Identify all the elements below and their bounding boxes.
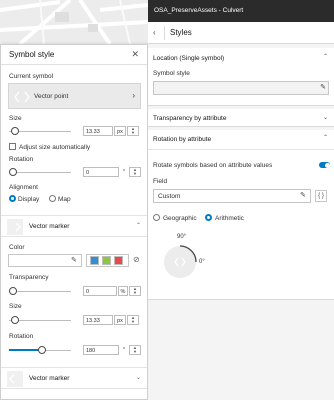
no-color-icon[interactable]: ⊘ xyxy=(133,255,140,264)
field-value: Custom xyxy=(158,193,181,200)
styles-title: Styles xyxy=(170,28,192,37)
marker-rotation-label: Rotation xyxy=(9,333,34,340)
color-swatch-green[interactable] xyxy=(102,256,111,265)
adjust-size-checkbox[interactable] xyxy=(9,143,16,150)
map-streets xyxy=(0,0,148,44)
layer-title: OSA_PreserveAssets - Culvert xyxy=(154,7,244,14)
alignment-display-label: Display xyxy=(18,196,40,203)
location-title[interactable]: Location (Single symbol) xyxy=(153,55,224,62)
styles-header: ‹ Styles xyxy=(148,22,334,44)
rotation-dial[interactable]: 90° 0° xyxy=(158,228,218,288)
size-unit-select[interactable]: px xyxy=(114,126,126,136)
vector-marker-icon xyxy=(7,219,23,235)
color-label: Color xyxy=(9,244,25,251)
adjust-size-label: Adjust size automatically xyxy=(19,144,91,151)
geographic-radio[interactable] xyxy=(153,214,160,221)
transparency-card[interactable]: Transparency by attribute ⌄ xyxy=(148,109,334,127)
location-card: Location (Single symbol) ⌃ Symbol style … xyxy=(148,48,334,106)
dial-top-label: 90° xyxy=(177,234,187,240)
size-label: Size xyxy=(9,115,22,122)
rotation-stepper[interactable]: ▲ ▼ xyxy=(129,167,141,177)
alignment-display-radio[interactable] xyxy=(9,195,16,202)
marker-rotation-unit: ° xyxy=(120,345,128,355)
vector-marker-section-header[interactable]: Vector marker ⌃ xyxy=(1,215,147,237)
transparency-input[interactable]: 0 xyxy=(83,286,117,296)
marker-size-input[interactable]: 13.33 xyxy=(83,315,113,325)
expression-button[interactable]: { } xyxy=(315,190,327,202)
rotation-slider[interactable] xyxy=(9,166,71,178)
chevron-up-icon[interactable]: ⌃ xyxy=(323,53,328,60)
symbol-style-field[interactable] xyxy=(153,81,329,95)
pencil-icon[interactable]: ✎ xyxy=(71,256,77,264)
color-swatch-blue[interactable] xyxy=(90,256,99,265)
rotate-toggle-label: Rotate symbols based on attribute values xyxy=(153,162,273,169)
size-input[interactable]: 13.33 xyxy=(83,126,113,136)
marker-rotation-stepper[interactable]: ▲ ▼ xyxy=(129,345,141,355)
rotation-label: Rotation xyxy=(9,156,34,163)
rotation-card: Rotation by attribute ⌃ Rotate symbols b… xyxy=(148,130,334,300)
symbol-style-field-label: Symbol style xyxy=(153,70,190,77)
arithmetic-radio[interactable] xyxy=(205,214,212,221)
symbol-style-header: Symbol style ✕ xyxy=(1,45,147,65)
vector-marker-2-icon xyxy=(7,371,23,387)
transparency-by-attribute-title: Transparency by attribute xyxy=(153,115,227,122)
geographic-label: Geographic xyxy=(163,215,197,222)
chevron-down-icon: ⌄ xyxy=(322,115,328,121)
transparency-slider[interactable] xyxy=(9,285,71,297)
symbol-style-title: Symbol style xyxy=(9,50,55,59)
marker-rotation-slider[interactable] xyxy=(9,344,71,356)
chevron-down-icon: ⌄ xyxy=(135,375,141,381)
rotation-by-attribute-title[interactable]: Rotation by attribute xyxy=(153,136,211,143)
transparency-label: Transparency xyxy=(9,274,49,281)
marker-size-slider[interactable] xyxy=(9,314,71,326)
color-swatch-red[interactable] xyxy=(114,256,123,265)
arithmetic-label: Arithmetic xyxy=(215,215,244,222)
alignment-map-label: Map xyxy=(58,196,71,203)
alignment-map-radio[interactable] xyxy=(49,195,56,202)
transparency-stepper[interactable]: ▲ ▼ xyxy=(129,286,141,296)
size-stepper[interactable]: ▲ ▼ xyxy=(127,126,139,136)
layer-title-bar: OSA_PreserveAssets - Culvert xyxy=(148,0,334,22)
chevron-up-icon[interactable]: ⌃ xyxy=(323,134,328,141)
vector-marker-2-section-header[interactable]: Vector marker ⌄ xyxy=(1,367,147,389)
rotation-unit: ° xyxy=(120,167,128,177)
current-symbol-button[interactable]: Vector point › xyxy=(8,83,141,109)
size-slider[interactable] xyxy=(9,125,71,137)
dial-right-label: 0° xyxy=(199,259,205,265)
rotate-toggle-switch[interactable] xyxy=(319,162,330,168)
current-symbol-name: Vector point xyxy=(34,93,69,100)
marker-size-label: Size xyxy=(9,303,22,310)
chevron-right-icon: › xyxy=(132,91,135,100)
vector-marker-title: Vector marker xyxy=(29,223,70,230)
styles-panel: ‹ Styles Location (Single symbol) ⌃ Symb… xyxy=(148,22,334,400)
transparency-unit: % xyxy=(118,286,128,296)
marker-size-unit-select[interactable]: px xyxy=(114,315,126,325)
vector-point-icon xyxy=(13,88,31,106)
pencil-icon[interactable]: ✎ xyxy=(300,191,306,199)
pencil-icon[interactable]: ✎ xyxy=(320,83,326,91)
back-icon[interactable]: ‹ xyxy=(153,28,156,37)
chevron-up-icon: ⌃ xyxy=(135,223,141,229)
rotation-input[interactable]: 0 xyxy=(83,167,119,177)
symbol-style-panel: Symbol style ✕ Current symbol Vector poi… xyxy=(0,44,148,400)
close-icon[interactable]: ✕ xyxy=(131,50,139,59)
vector-marker-2-title: Vector marker xyxy=(29,375,70,382)
current-symbol-label: Current symbol xyxy=(9,73,54,80)
marker-size-stepper[interactable]: ▲ ▼ xyxy=(127,315,139,325)
field-select[interactable]: Custom xyxy=(153,189,311,203)
marker-rotation-input[interactable]: 180 xyxy=(83,345,119,355)
field-label: Field xyxy=(153,178,168,185)
alignment-label: Alignment xyxy=(9,184,38,191)
